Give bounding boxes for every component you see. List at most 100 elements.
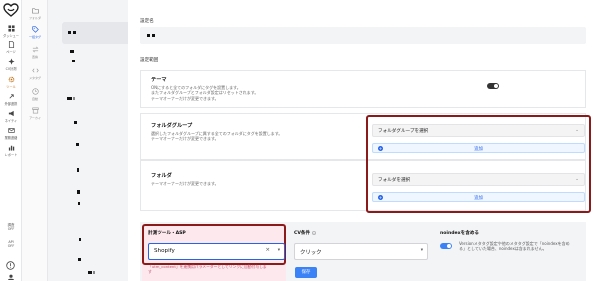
theme-toggle[interactable] <box>487 83 499 89</box>
subnav-item-label: 一括タグ <box>28 35 41 39</box>
api-status[interactable]: API OFF <box>3 240 19 248</box>
folder-select-value: フォルダを選択 <box>378 178 411 183</box>
link-icon <box>8 94 14 99</box>
noindex-toggle[interactable] <box>440 243 452 249</box>
cv-label-text: CV条件 <box>294 231 311 236</box>
redacted-mark <box>147 34 150 37</box>
rail-item-label: ページ <box>6 50 16 54</box>
folder-description: テーマオーナーだけが変更できます。 <box>151 181 219 186</box>
noindex-description: Versionメタタグ設定や他のメタタグ設定で「noindexを含め る」として… <box>459 241 570 252</box>
tool-select-value: Shopify <box>154 248 175 254</box>
caret-down-icon[interactable]: ▾ <box>421 248 423 253</box>
redacted-mark[interactable] <box>78 258 81 261</box>
tools-subnav: フォルダ 一括タグ 置換 メタタグ 自動 アーカイ <box>22 0 48 281</box>
rail-item-tools[interactable]: ツール <box>0 76 22 89</box>
tool-select[interactable]: Shopify × ▾ <box>148 243 285 260</box>
cv-select[interactable]: クリック ▾ <box>294 243 428 260</box>
name-input[interactable] <box>140 27 586 44</box>
caret-down-icon[interactable]: ▾ <box>278 248 280 253</box>
subnav-item-bulk-tag[interactable]: 一括タグ <box>22 26 48 40</box>
chart-icon <box>8 145 14 151</box>
chevron-down-icon: ⌄ <box>575 177 579 182</box>
folder-group-add-button[interactable]: + 追加 <box>372 143 585 153</box>
rail-item-label: CV計測 <box>5 67 17 71</box>
alert-icon[interactable] <box>6 261 15 270</box>
chevron-down-icon: ⌄ <box>575 128 579 133</box>
folder-group-select-value: フォルダグループを選択 <box>378 129 429 134</box>
rail-item-label: 業務連絡 <box>4 136 18 140</box>
subnav-item-replace[interactable]: 置換 <box>22 46 48 60</box>
rail-item-cv[interactable]: CV計測 <box>0 58 22 71</box>
redacted-mark <box>152 34 155 37</box>
user-icon[interactable] <box>7 274 15 280</box>
rail-item-pages[interactable]: ページ <box>0 41 22 54</box>
spark-icon <box>7 58 15 65</box>
left-rail: ダッシュー ページ CV計測 ツール 外部連携 ネイティ 業務連絡 レポート 調… <box>0 0 22 281</box>
redacted-mark[interactable] <box>72 60 75 62</box>
redacted-mark[interactable] <box>67 97 72 100</box>
subnav-item-label: 置換 <box>31 55 38 59</box>
redacted-mark[interactable] <box>77 190 80 194</box>
folder-add-label: 追加 <box>474 196 483 201</box>
rail-item-label: ダッシュー <box>3 34 19 38</box>
api-value: OFF <box>7 244 15 248</box>
survey-status[interactable]: 調査 OFF <box>3 223 19 231</box>
code-icon <box>31 68 39 73</box>
gear-icon <box>8 76 14 83</box>
archive-icon <box>31 107 39 114</box>
folder-group-description: 選択したフォルダグループに属する全てのフォルダにタグを設置します。 テーマオーナ… <box>151 131 283 142</box>
name-label: 設定名 <box>140 19 154 24</box>
redacted-mark <box>93 271 95 274</box>
rail-item-label: ツール <box>6 85 16 89</box>
subnav-item-archive[interactable]: アーカイ <box>22 107 48 121</box>
folder-group-add-label: 追加 <box>474 147 483 152</box>
folder-icon <box>31 8 39 14</box>
logo-icon[interactable] <box>3 3 19 17</box>
redacted-mark <box>73 31 76 34</box>
page-icon <box>8 41 14 48</box>
redacted-mark[interactable] <box>78 202 80 205</box>
subnav-item-label: フォルダ <box>28 16 41 20</box>
tool-note: 「utm_content」を連携用パラメーターとしてリンクに自動付与しま す <box>148 264 267 274</box>
subnav-item-label: 自動 <box>31 97 38 101</box>
redacted-mark[interactable] <box>79 238 81 241</box>
redacted-mark[interactable] <box>74 121 77 124</box>
folder-group-select[interactable]: フォルダグループを選択 ⌄ <box>372 124 585 137</box>
cv-label: CV条件 <box>294 230 316 236</box>
subnav-item-folder[interactable]: フォルダ <box>22 7 48 21</box>
scope-label: 設定範囲 <box>140 58 159 63</box>
redacted-mark[interactable] <box>76 143 79 146</box>
tag-list-item-selected[interactable] <box>62 22 128 44</box>
redacted-mark[interactable] <box>77 168 79 172</box>
subnav-item-label: アーカイ <box>29 116 41 120</box>
subnav-item-meta[interactable]: メタタグ <box>22 67 48 81</box>
survey-value: OFF <box>7 227 15 231</box>
plus-icon: + <box>378 195 383 200</box>
save-button[interactable]: 保存 <box>295 267 317 278</box>
rail-item-dashboard[interactable]: ダッシュー <box>0 25 22 38</box>
info-icon[interactable] <box>311 230 316 235</box>
subnav-item-auto[interactable]: 自動 <box>22 88 48 102</box>
cv-select-value: クリック <box>300 250 322 256</box>
redacted-mark <box>68 31 71 34</box>
subnav-item-label: メタタグ <box>28 76 41 80</box>
redacted-mark[interactable] <box>88 271 92 274</box>
rail-item-report[interactable]: レポート <box>0 144 22 157</box>
rail-item-notice[interactable]: 業務連絡 <box>0 127 22 140</box>
redacted-mark[interactable] <box>70 50 74 53</box>
folder-group-title: フォルダグループ <box>151 123 193 129</box>
folder-add-button[interactable]: + 追加 <box>372 192 585 202</box>
rail-item-label: ネイティ <box>4 119 18 123</box>
megaphone-icon <box>8 110 14 117</box>
theme-description: ONにすると全てのフォルダにタグを設置します。 またフォルダグループとフォルダ設… <box>151 85 259 101</box>
rail-item-native[interactable]: ネイティ <box>0 110 22 123</box>
clear-icon[interactable]: × <box>265 247 270 253</box>
folder-select[interactable]: フォルダを選択 ⌄ <box>372 173 585 186</box>
tool-label: 計測ツール・ASP <box>148 231 186 236</box>
plus-icon: + <box>378 146 383 151</box>
swap-icon <box>32 46 38 53</box>
rail-item-integrations[interactable]: 外部連携 <box>0 93 22 106</box>
theme-title: テーマ <box>151 77 167 83</box>
mail-icon <box>7 128 15 133</box>
clock-icon <box>31 88 39 95</box>
